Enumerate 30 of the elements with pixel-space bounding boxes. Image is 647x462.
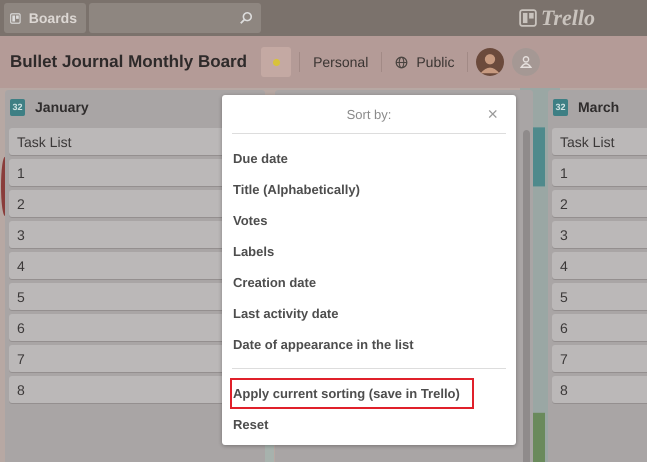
boards-icon xyxy=(10,10,21,26)
card[interactable]: Task List xyxy=(552,128,647,155)
calendar-badge: 32 xyxy=(10,98,25,116)
card[interactable]: 2 xyxy=(552,190,647,217)
card[interactable]: 6 xyxy=(552,314,647,341)
person-icon xyxy=(519,55,534,69)
card[interactable]: 1 xyxy=(552,159,647,186)
list-title[interactable]: March xyxy=(578,99,620,115)
add-member-button[interactable] xyxy=(512,48,540,76)
board-title[interactable]: Bullet Journal Monthly Board xyxy=(10,52,248,72)
sort-action[interactable]: Apply current sorting (save in Trello) xyxy=(230,378,474,409)
sort-action[interactable]: Reset xyxy=(230,409,270,440)
logo-text: Trello xyxy=(540,5,595,31)
visibility-button[interactable]: Public xyxy=(390,50,460,74)
popup-title: Sort by: xyxy=(346,106,392,122)
list-title[interactable]: January xyxy=(35,99,89,115)
card[interactable]: 3 xyxy=(552,221,647,248)
card[interactable]: 8 xyxy=(552,376,647,403)
card[interactable]: 4 xyxy=(552,252,647,279)
card[interactable]: 5 xyxy=(552,283,647,310)
team-button[interactable]: Personal xyxy=(308,50,374,74)
scrollbar[interactable] xyxy=(523,130,530,462)
globe-icon xyxy=(395,56,408,68)
calendar-badge: 32 xyxy=(553,98,568,116)
logo-icon xyxy=(518,9,537,27)
search-icon xyxy=(239,11,253,25)
avatar[interactable] xyxy=(476,48,504,76)
card[interactable]: 7 xyxy=(552,345,647,372)
star-button[interactable] xyxy=(261,47,292,77)
search-field[interactable] xyxy=(89,3,261,33)
